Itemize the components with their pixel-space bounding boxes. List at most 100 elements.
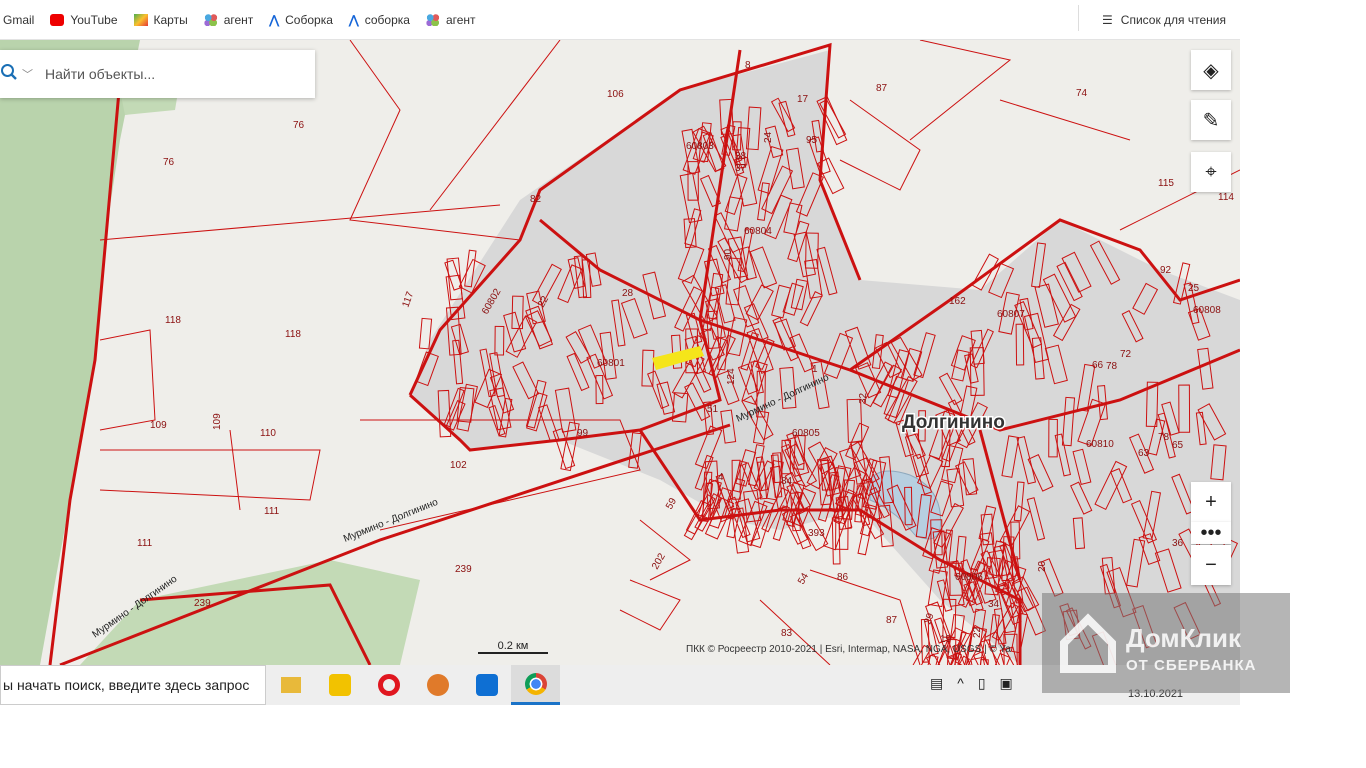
agent-icon — [425, 13, 440, 26]
parcel-label: 22 — [972, 626, 983, 638]
village-label: Долгинино — [902, 412, 1005, 433]
parcel-label: 36 — [1172, 538, 1184, 549]
parcel-label: 76 — [163, 157, 175, 168]
measure-button[interactable]: ✎ — [1191, 100, 1231, 140]
teamviewer-app[interactable] — [462, 665, 511, 705]
parcel-label: 60803 — [686, 141, 714, 152]
map-search-input[interactable]: ﹀ Найти объекты... — [0, 50, 315, 98]
eye-icon — [426, 674, 449, 696]
player-app[interactable] — [315, 665, 364, 705]
parcel-label: 29 — [922, 611, 936, 626]
parcel-label: 54 — [796, 571, 811, 587]
parcel-label: 65 — [1172, 440, 1184, 451]
parcel-label: 87 — [876, 83, 888, 94]
parcel-label: 111 — [264, 506, 280, 517]
parcel-label: 25 — [1188, 283, 1200, 294]
settlement-area — [410, 50, 1240, 665]
parcel-label: 4 — [718, 472, 724, 483]
parcel-label: 32 — [858, 392, 869, 404]
parcel-label: 24 — [763, 131, 774, 143]
bookmark-label: агент — [223, 12, 254, 27]
search-icon[interactable] — [0, 63, 18, 81]
bookmark-gmail[interactable]: Gmail — [3, 13, 34, 27]
bookmark-label: YouTube — [70, 12, 118, 27]
bookmark-maps[interactable]: Карты — [133, 13, 188, 27]
parcel-label: 114 — [1218, 192, 1234, 203]
power-icon[interactable]: ▣ — [1000, 675, 1013, 692]
chrome-app[interactable] — [511, 665, 560, 705]
parcel-label: 109 — [212, 413, 223, 430]
locate-button[interactable]: ⌖ — [1191, 152, 1231, 192]
more-button[interactable]: ••• — [1191, 522, 1231, 544]
agent-icon — [203, 13, 218, 26]
chevron-down-icon[interactable]: ﹀ — [22, 66, 33, 82]
chevron-up-icon[interactable]: ^ — [957, 675, 964, 692]
taskbar-search[interactable]: ы начать поиск, введите здесь запрос — [0, 665, 266, 705]
parcel-label: 60806 — [955, 572, 983, 583]
map-canvas[interactable]: 106767687 7411511481724 956080338378260804… — [0, 40, 1240, 665]
parcel-label: 20 — [1037, 560, 1048, 572]
cadastral-map[interactable]: 106 76 76 87 74 115 114 8 17 24 95 60803 38 37 82 60804… — [0, 40, 1240, 665]
zoom-out-button[interactable]: − — [1191, 545, 1231, 585]
bookmark-label: агент — [445, 12, 476, 27]
parcel-label: 118 — [285, 329, 301, 340]
opera-icon — [377, 674, 400, 696]
parcel-label: 118 — [165, 315, 181, 326]
forest-area — [0, 40, 140, 665]
crosshair-icon: ⌖ — [1205, 160, 1217, 183]
bookmarks-bar: Gmail YouTube Карты агент ⋀ Соборка ⋀ собо… — [0, 0, 1240, 40]
parcel-label: 110 — [260, 428, 276, 439]
parcel-label: 83 — [781, 628, 793, 639]
parcel-label: 37 — [735, 163, 747, 174]
maps-icon — [133, 13, 148, 26]
watermark-subtitle: ОТ СБЕРБАНКА — [1126, 657, 1257, 674]
player-icon — [328, 674, 351, 696]
bookmark-youtube[interactable]: YouTube — [50, 12, 118, 27]
parcel[interactable] — [418, 317, 433, 350]
news-icon[interactable]: ▤ — [930, 675, 943, 692]
parcel-label: 17 — [797, 94, 809, 105]
parcel-label: 239 — [194, 598, 211, 609]
file-explorer-app[interactable] — [266, 665, 315, 705]
bookmark-soborka[interactable]: ⋀ Соборка — [269, 13, 333, 27]
minus-icon: − — [1205, 553, 1217, 576]
parcel-label: 99 — [577, 428, 589, 439]
bookmark-label: соборка — [364, 12, 410, 27]
soborka-icon: ⋀ — [348, 12, 359, 27]
parcel-label: 82 — [530, 194, 542, 205]
bookmark-agent[interactable]: агент — [203, 12, 254, 27]
parcel-label: 60808 — [1193, 305, 1221, 316]
parcel-label: 63 — [1138, 448, 1150, 459]
youtube-icon — [50, 13, 65, 26]
parcel-label: 74 — [1076, 88, 1088, 99]
soborka-icon: ⋀ — [269, 12, 280, 27]
parcel[interactable] — [984, 652, 1011, 665]
chrome-icon — [524, 672, 547, 695]
teamviewer-icon — [475, 674, 498, 696]
parcel-label: 86 — [837, 572, 849, 583]
parcel-label: 38 — [735, 151, 747, 162]
parcel-label: 87 — [886, 615, 898, 626]
bookmark-soborka-2[interactable]: ⋀ соборка — [349, 13, 410, 27]
parcel-label: 60801 — [597, 358, 625, 369]
folder-icon — [280, 677, 301, 693]
reading-list-button[interactable]: ☰ Список для чтения — [1078, 5, 1226, 31]
parcel-label: 60810 — [1086, 439, 1114, 450]
parcel-label: 78 — [1106, 361, 1118, 372]
search-placeholder: Найти объекты... — [45, 66, 156, 82]
bookmark-agent-2[interactable]: агент — [425, 12, 476, 27]
map-scale: 0.2 км — [478, 640, 548, 654]
parcel-label: 66 — [1092, 360, 1104, 371]
map-attribution: ПКК © Росреестр 2010-2021 | Esri, Interm… — [686, 644, 1011, 655]
more-icon: ••• — [1200, 521, 1222, 544]
parcel-label: 60804 — [744, 226, 772, 237]
parcel-label: 76 — [293, 120, 305, 131]
parcel-label: 59 — [664, 496, 679, 512]
zoom-in-button[interactable]: + — [1191, 482, 1231, 522]
usb-icon[interactable]: ▯ — [978, 675, 986, 692]
eye-app[interactable] — [413, 665, 462, 705]
opera-app[interactable] — [364, 665, 413, 705]
layers-button[interactable]: ◈ — [1191, 50, 1231, 90]
parcel-label: 239 — [455, 564, 472, 575]
parcel-label: 117 — [400, 290, 416, 309]
